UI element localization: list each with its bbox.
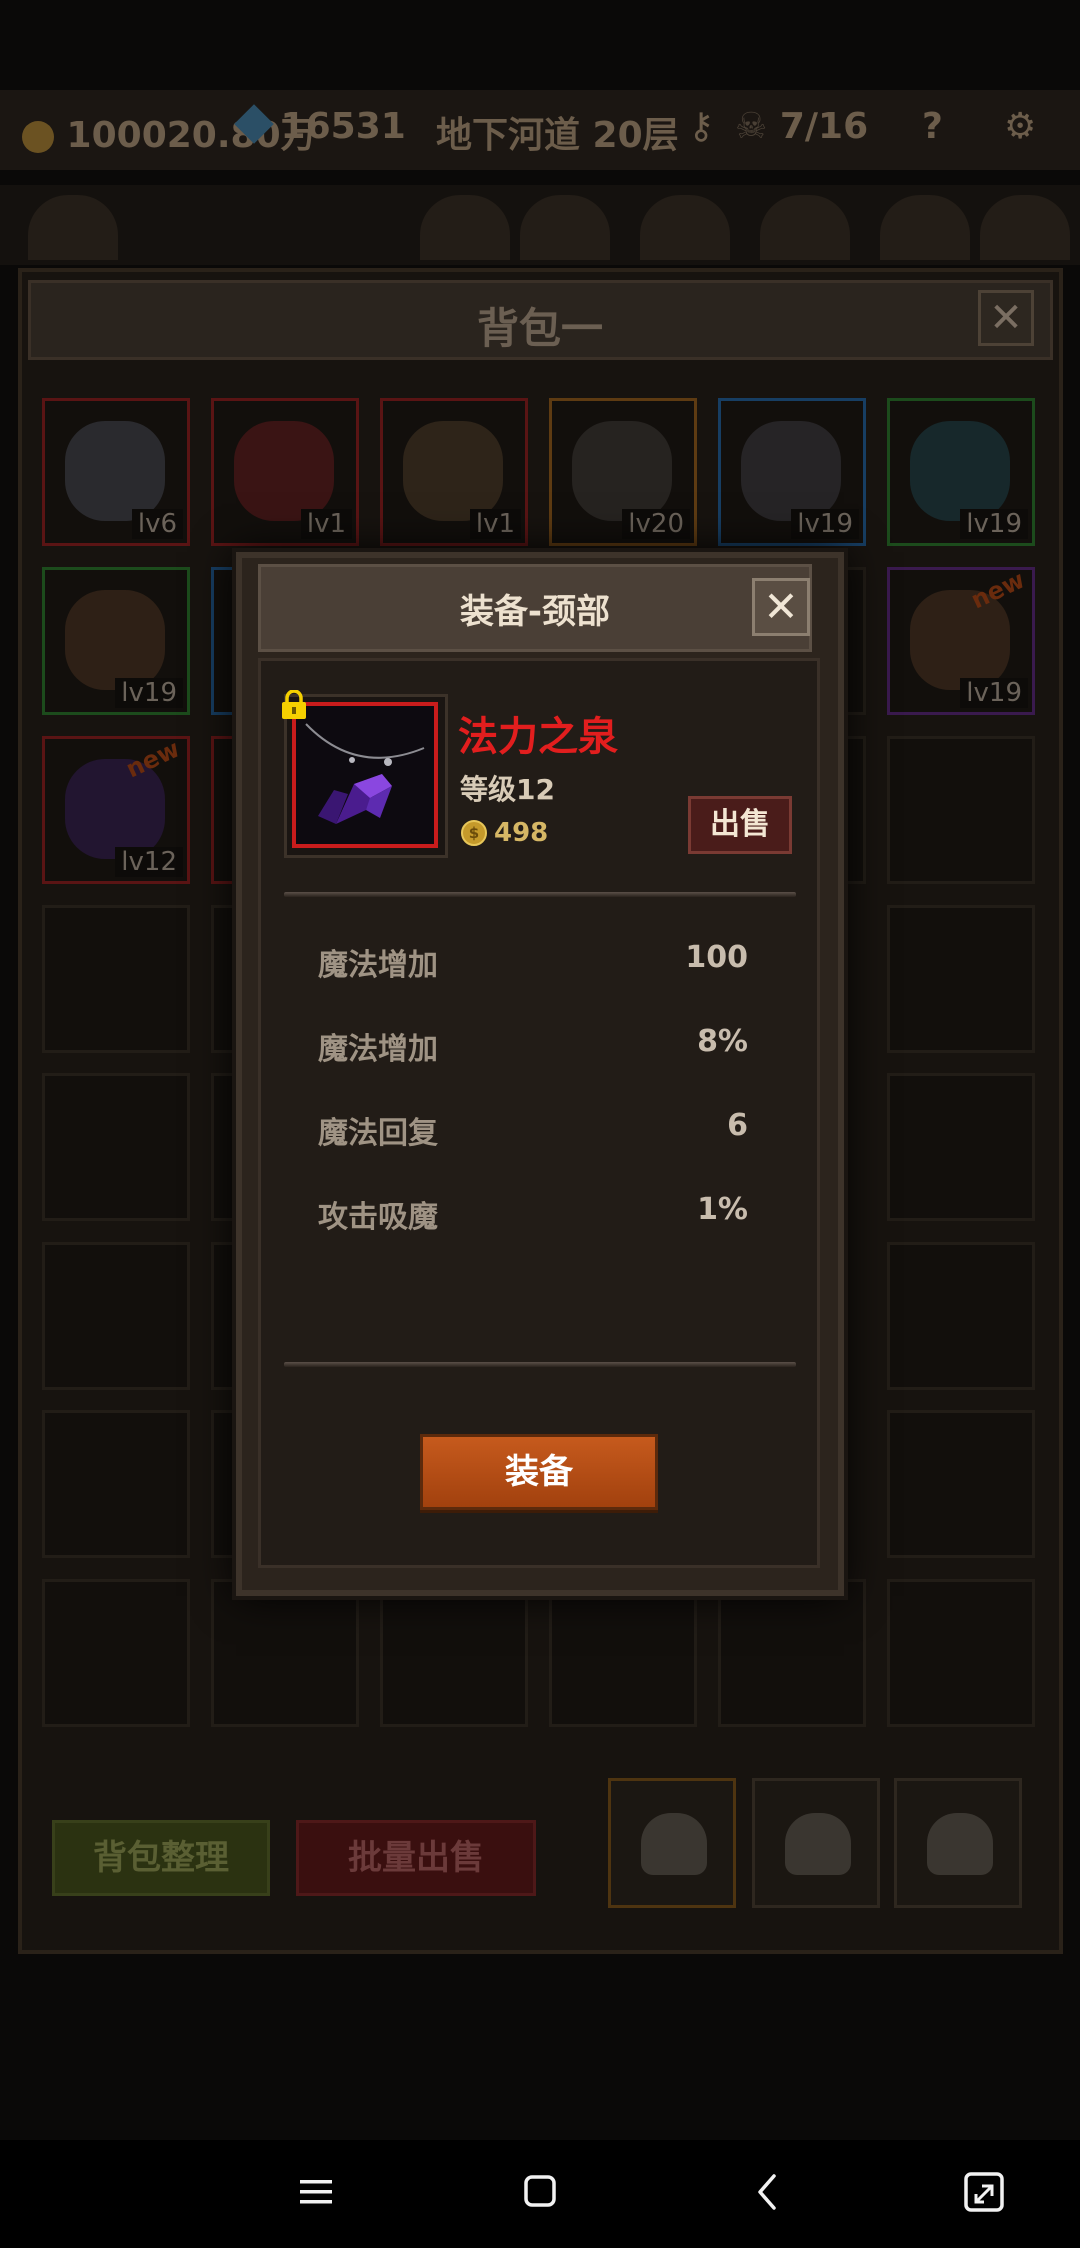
hero-portrait[interactable] — [980, 195, 1070, 260]
stat-row: 魔法增加 100 — [318, 940, 748, 984]
lock-icon[interactable] — [280, 690, 308, 720]
slot-level: lv19 — [115, 678, 183, 708]
backpack-icon — [641, 1813, 707, 1875]
chest-armor-icon — [741, 421, 841, 521]
divider — [284, 892, 796, 897]
inventory-slot[interactable] — [887, 1579, 1035, 1727]
hero-portrait-bar — [0, 185, 1080, 265]
inventory-slot[interactable]: lv6 — [42, 398, 190, 546]
backpack-icon — [785, 1813, 851, 1875]
amulet-icon — [910, 421, 1010, 521]
inventory-slot[interactable] — [42, 1073, 190, 1221]
inventory-slot[interactable]: lv20 — [549, 398, 697, 546]
slot-level: lv1 — [300, 509, 352, 539]
hero-portrait[interactable] — [760, 195, 850, 260]
inventory-slot[interactable] — [380, 1579, 528, 1727]
skull-icon: ☠ — [735, 106, 768, 147]
inventory-slot[interactable] — [887, 905, 1035, 1053]
stat-row: 魔法回复 6 — [318, 1108, 748, 1152]
slot-level: lv19 — [960, 678, 1028, 708]
inventory-slot[interactable]: lv19 — [718, 398, 866, 546]
gem-amount: 16531 — [280, 106, 406, 147]
stat-label: 攻击吸魔 — [318, 1200, 438, 1235]
hero-portrait[interactable] — [420, 195, 510, 260]
slot-level: lv6 — [131, 509, 183, 539]
gem-icon — [234, 104, 274, 144]
necklace-art — [305, 723, 425, 824]
stat-label: 魔法增加 — [318, 1032, 438, 1067]
inventory-slot[interactable]: lv19 — [42, 567, 190, 715]
slot-level: lv20 — [622, 509, 690, 539]
item-level: 等级12 — [460, 773, 555, 806]
inventory-slot[interactable] — [42, 905, 190, 1053]
inventory-slot[interactable] — [549, 1579, 697, 1727]
inventory-slot[interactable] — [42, 1242, 190, 1390]
inventory-slot[interactable] — [211, 1579, 359, 1727]
bag-title: 背包一 — [476, 304, 603, 353]
stat-value: 8% — [697, 1024, 748, 1059]
inventory-slot[interactable]: lv1 — [380, 398, 528, 546]
gem-display: 16531 — [234, 104, 406, 147]
dungeon-progress-value: 7/16 — [779, 106, 869, 147]
item-name: 法力之泉 — [458, 714, 618, 760]
sort-bag-button[interactable]: 背包整理 — [52, 1820, 270, 1896]
divider — [284, 1362, 796, 1367]
stat-label: 魔法增加 — [318, 948, 438, 983]
inventory-slot[interactable] — [718, 1579, 866, 1727]
dialog-close-button[interactable]: ✕ — [752, 578, 810, 636]
inventory-slot[interactable] — [887, 736, 1035, 884]
bag-close-button[interactable]: ✕ — [978, 290, 1034, 346]
dagger-icon — [572, 421, 672, 521]
inventory-slot[interactable] — [887, 1073, 1035, 1221]
bag-tab-2[interactable] — [752, 1778, 880, 1908]
location-label: 地下河道 20层 — [436, 115, 679, 156]
slot-level: lv12 — [115, 847, 183, 877]
bag-tab-1[interactable] — [608, 1778, 736, 1908]
bulk-sell-button[interactable]: 批量出售 — [296, 1820, 536, 1896]
equip-button[interactable]: 装备 — [420, 1434, 658, 1510]
gold-coin-icon: $ — [461, 820, 487, 846]
home-icon[interactable] — [508, 2160, 572, 2224]
gauntlet-icon — [234, 421, 334, 521]
helmet-icon — [65, 421, 165, 521]
inventory-slot[interactable]: new lv12 — [42, 735, 190, 884]
help-button[interactable]: ? — [922, 106, 943, 147]
gold-coin-icon — [22, 121, 54, 153]
dungeon-progress: ☠ 7/16 — [735, 106, 868, 147]
hero-portrait[interactable] — [880, 195, 970, 260]
backpack-icon — [927, 1813, 993, 1875]
settings-icon[interactable]: ⚙ — [1004, 106, 1036, 147]
purple-crystal-necklace-icon — [292, 702, 438, 848]
inventory-slot[interactable]: lv19 — [887, 398, 1035, 546]
slot-level: lv1 — [469, 509, 521, 539]
stat-row: 魔法增加 8% — [318, 1024, 748, 1068]
screenshot-icon[interactable] — [952, 2160, 1016, 2224]
resource-bar: 100020.80万 16531 地下河道 20层 ☠ 7/16 ⚷ ? ⚙ — [0, 90, 1080, 170]
bag-tab-3[interactable] — [894, 1778, 1022, 1908]
inventory-slot[interactable] — [42, 1579, 190, 1727]
stat-row: 攻击吸魔 1% — [318, 1192, 748, 1236]
sell-button[interactable]: 出售 — [688, 796, 792, 854]
dialog-title: 装备-颈部 — [459, 592, 611, 632]
shield-icon — [403, 421, 503, 521]
menu-icon[interactable] — [284, 2160, 348, 2224]
stat-value: 6 — [727, 1108, 748, 1143]
slot-level: lv19 — [791, 509, 859, 539]
inventory-slot[interactable] — [887, 1242, 1035, 1390]
key-icon[interactable]: ⚷ — [688, 106, 714, 147]
hero-portrait[interactable] — [640, 195, 730, 260]
leather-helmet-icon — [65, 590, 165, 690]
stat-value: 1% — [697, 1192, 748, 1227]
hero-portrait[interactable] — [520, 195, 610, 260]
slot-level: lv19 — [960, 509, 1028, 539]
inventory-slot[interactable]: new lv19 — [887, 566, 1035, 715]
back-icon[interactable] — [736, 2160, 800, 2224]
stat-label: 魔法回复 — [318, 1116, 438, 1151]
item-price: 498 — [494, 818, 549, 848]
hero-portrait[interactable] — [28, 195, 118, 260]
inventory-slot[interactable] — [42, 1410, 190, 1558]
inventory-slot[interactable]: lv1 — [211, 398, 359, 546]
stat-value: 100 — [685, 940, 748, 975]
inventory-slot[interactable] — [887, 1410, 1035, 1558]
